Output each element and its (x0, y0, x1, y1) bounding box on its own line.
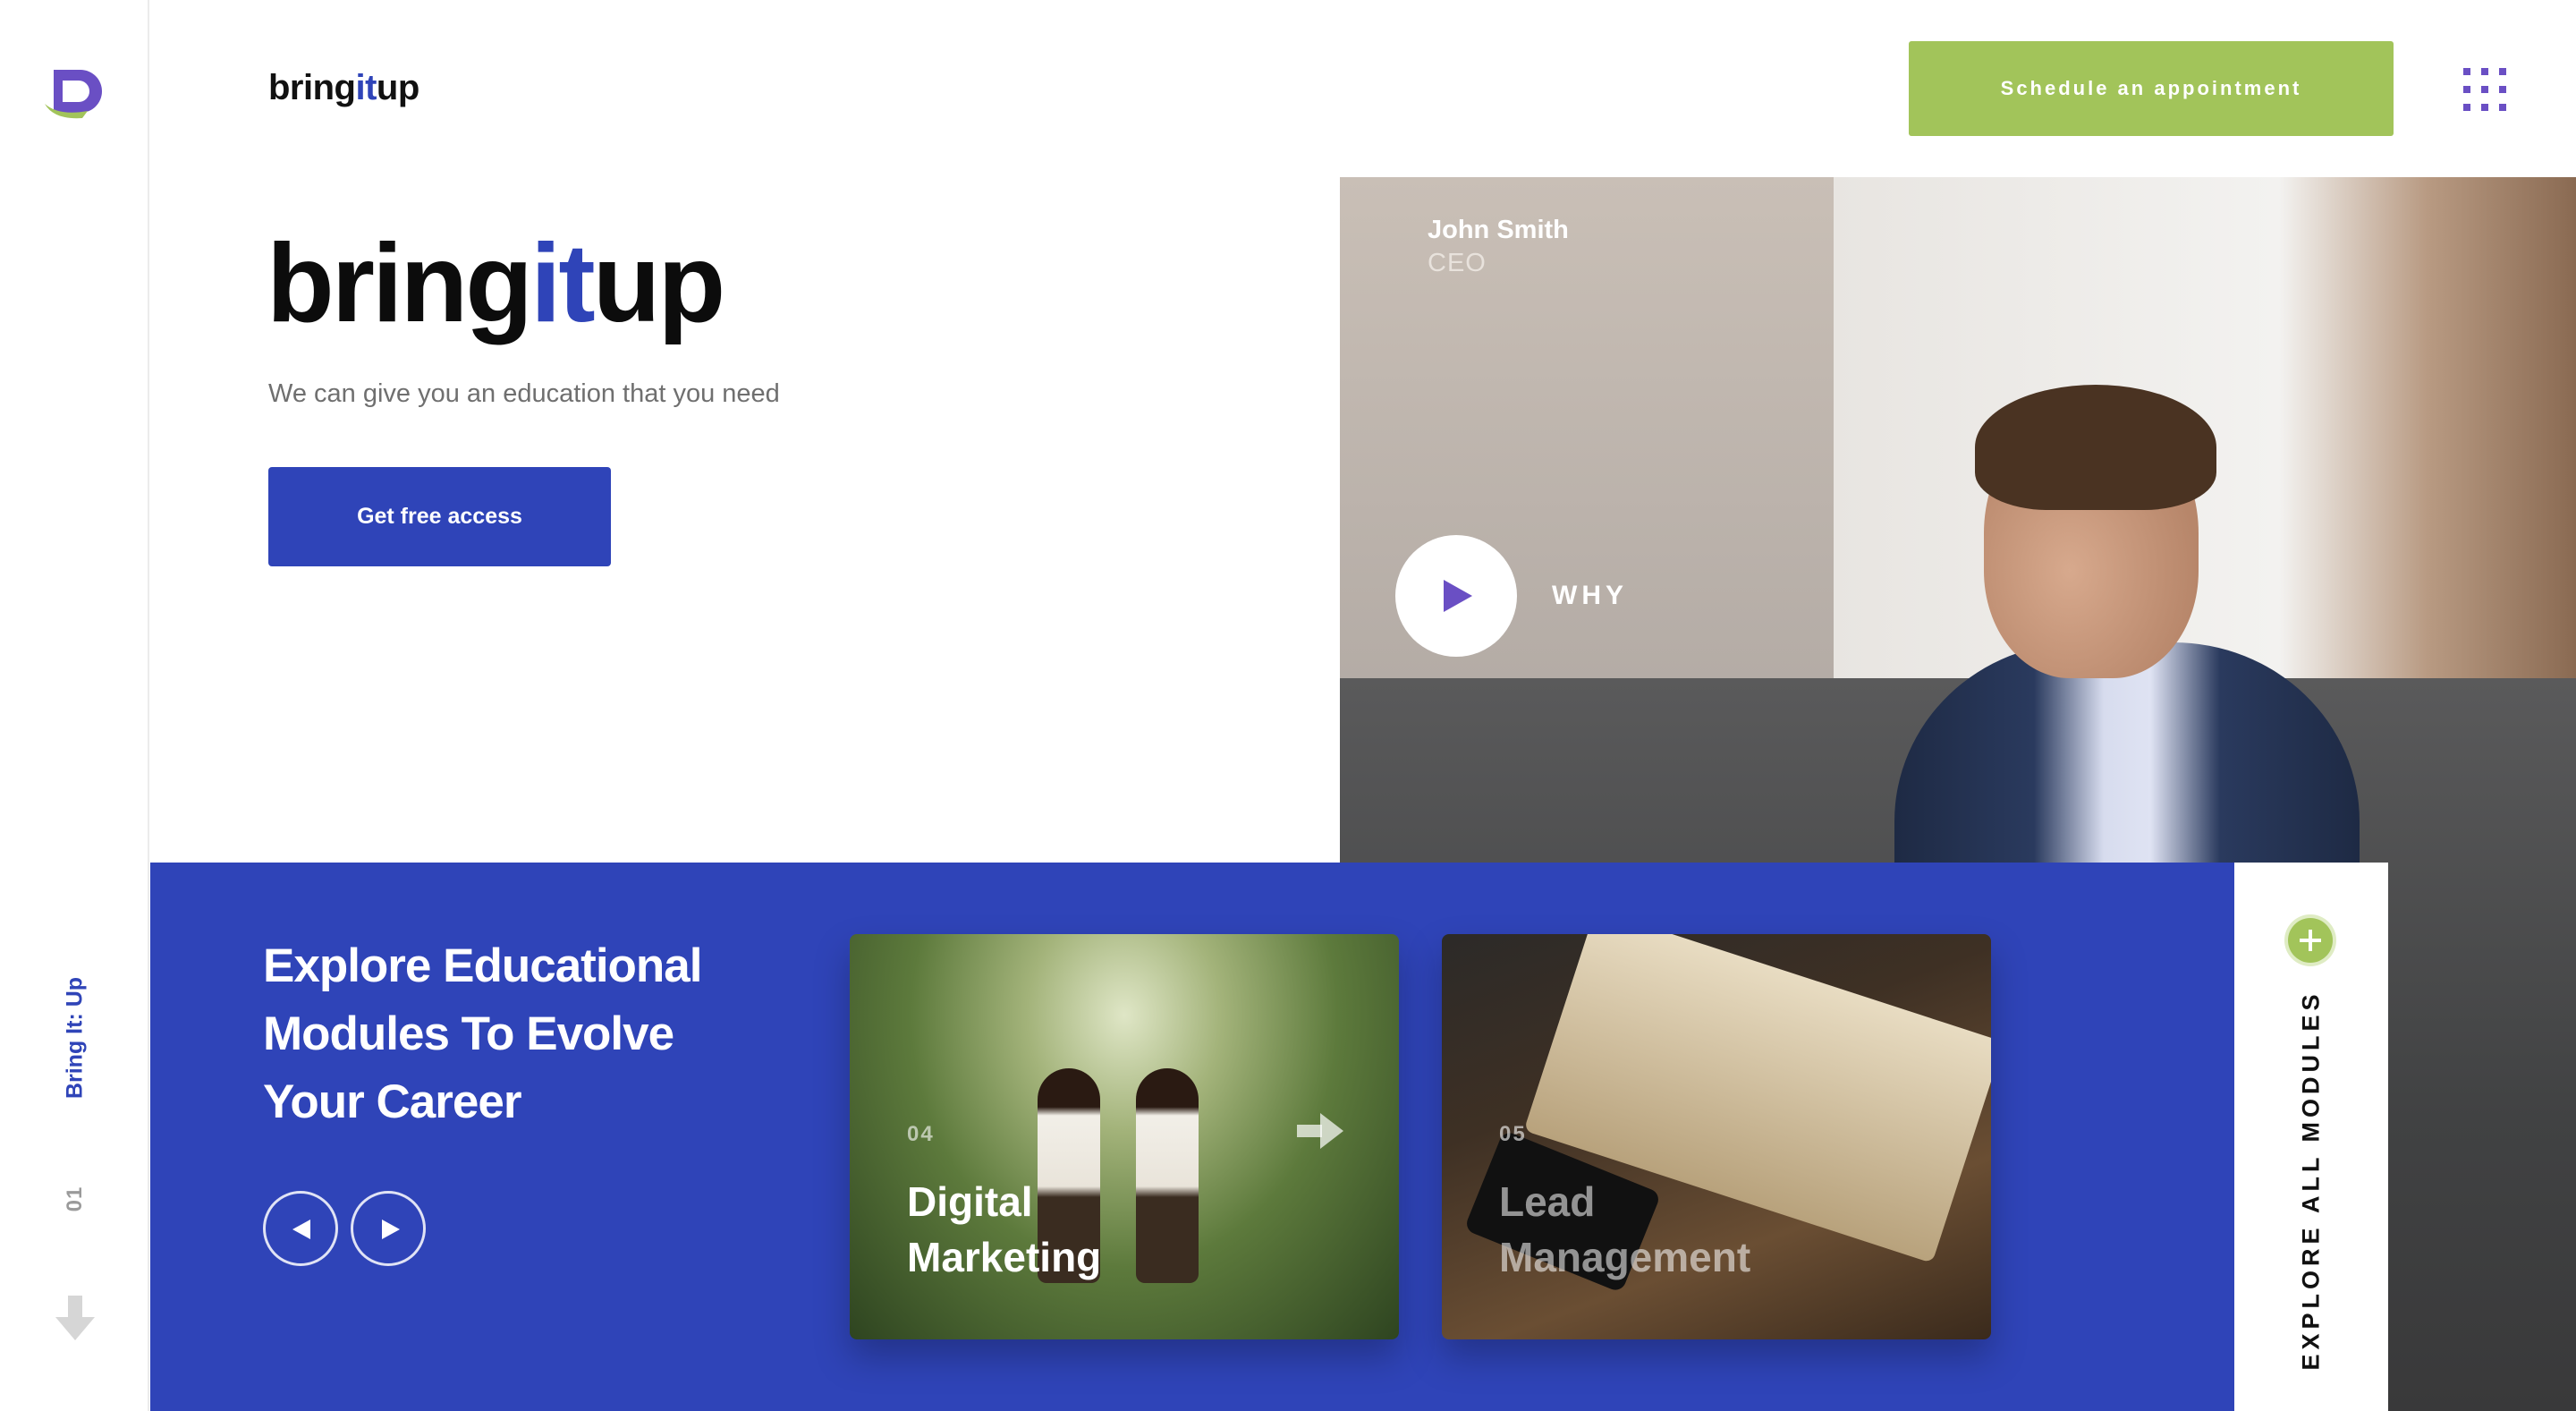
module-title-line: Lead (1499, 1178, 1596, 1225)
person-name: John Smith (1428, 216, 1569, 244)
grid-menu-icon[interactable] (2463, 68, 2506, 111)
hero-title-part: up (592, 222, 725, 345)
left-rail: Bring It: Up 01 (0, 0, 149, 1411)
hero-title-highlight: it (530, 222, 596, 345)
brand-part: bring (268, 68, 356, 107)
arrow-right-icon (382, 1220, 400, 1239)
logo-mark-icon[interactable] (41, 64, 106, 120)
explore-all-modules[interactable]: EXPLORE ALL MODULES (2234, 863, 2388, 1411)
schedule-appointment-button[interactable]: Schedule an appointment (1909, 41, 2394, 136)
get-free-access-button[interactable]: Get free access (268, 467, 611, 566)
module-title-line: Digital (907, 1178, 1033, 1225)
hero-title-part: bring (267, 222, 533, 345)
play-video-label[interactable]: WHY (1552, 581, 1628, 611)
brand-part: up (376, 68, 419, 107)
hero-title: bringitup (267, 228, 725, 339)
module-title: Lead Management (1499, 1174, 1875, 1285)
heading-line: Your Career (263, 1075, 521, 1128)
person-role: CEO (1428, 249, 1487, 277)
module-number: 05 (1499, 1122, 1527, 1146)
carousel-prev-button[interactable] (263, 1191, 338, 1266)
plus-icon[interactable] (2288, 918, 2333, 963)
module-title-line: Marketing (907, 1234, 1102, 1280)
module-number: 04 (907, 1122, 935, 1146)
header-brand[interactable]: bringitup (268, 68, 419, 108)
module-title: Digital Marketing (907, 1174, 1283, 1285)
rail-brand-label: Bring It: Up (62, 976, 88, 1100)
arrow-left-icon (292, 1220, 310, 1239)
hero-subtitle: We can give you an education that you ne… (268, 379, 780, 408)
modules-heading: Explore Educational Modules To Evolve Yo… (263, 932, 800, 1136)
module-title-line: Management (1499, 1234, 1751, 1280)
explore-all-label[interactable]: EXPLORE ALL MODULES (2298, 990, 2326, 1370)
carousel-next-button[interactable] (351, 1191, 426, 1266)
play-icon (1444, 580, 1472, 612)
module-card[interactable]: 04 Digital Marketing (850, 934, 1399, 1339)
heading-line: Modules To Evolve (263, 1007, 674, 1060)
play-video-button[interactable] (1395, 535, 1517, 657)
heading-line: Explore Educational (263, 939, 703, 992)
brand-part-highlight: it (355, 68, 377, 107)
slide-number: 01 (63, 1186, 87, 1212)
arrow-right-icon[interactable] (1297, 1113, 1343, 1149)
down-arrow-icon[interactable] (55, 1296, 95, 1340)
module-card[interactable]: 05 Lead Management (1442, 934, 1991, 1339)
